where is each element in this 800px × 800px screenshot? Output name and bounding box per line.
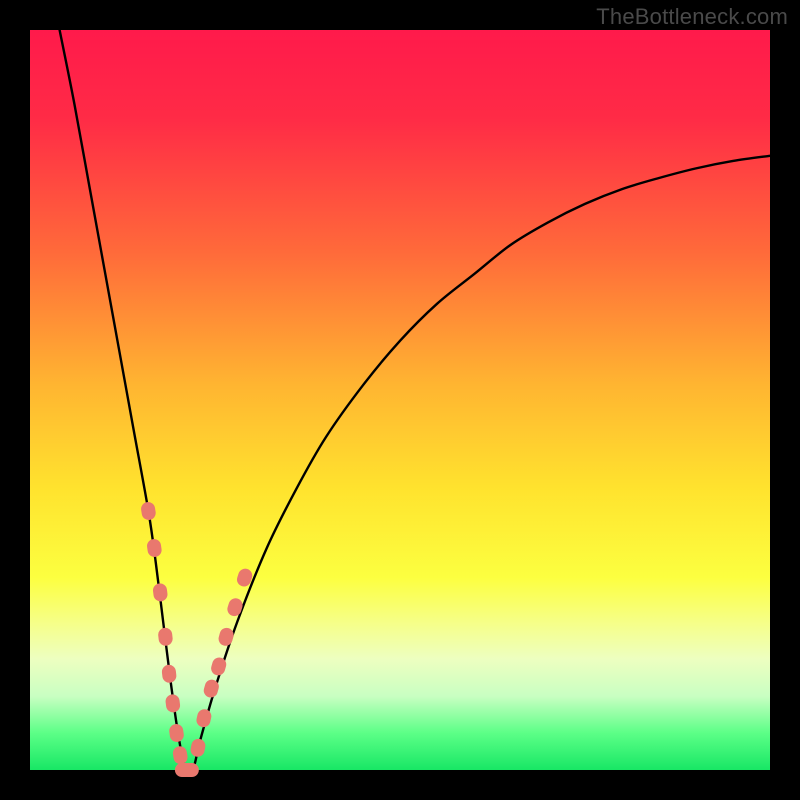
highlight-marker — [140, 501, 157, 521]
highlight-marker — [165, 694, 181, 714]
curve-layer — [30, 30, 770, 770]
highlight-marker — [168, 723, 184, 743]
highlight-marker — [146, 538, 162, 558]
highlight-marker — [157, 627, 173, 646]
highlight-marker — [152, 583, 168, 603]
highlight-marker — [189, 738, 206, 758]
chart-frame: TheBottleneck.com — [0, 0, 800, 800]
highlight-markers — [140, 501, 254, 777]
highlight-marker — [226, 597, 245, 618]
highlight-marker — [161, 664, 177, 683]
highlight-marker — [172, 745, 189, 765]
highlight-marker — [195, 708, 213, 729]
highlight-marker — [217, 626, 235, 647]
bottleneck-curve — [60, 30, 770, 774]
highlight-marker — [181, 763, 199, 777]
watermark-text: TheBottleneck.com — [596, 4, 788, 30]
